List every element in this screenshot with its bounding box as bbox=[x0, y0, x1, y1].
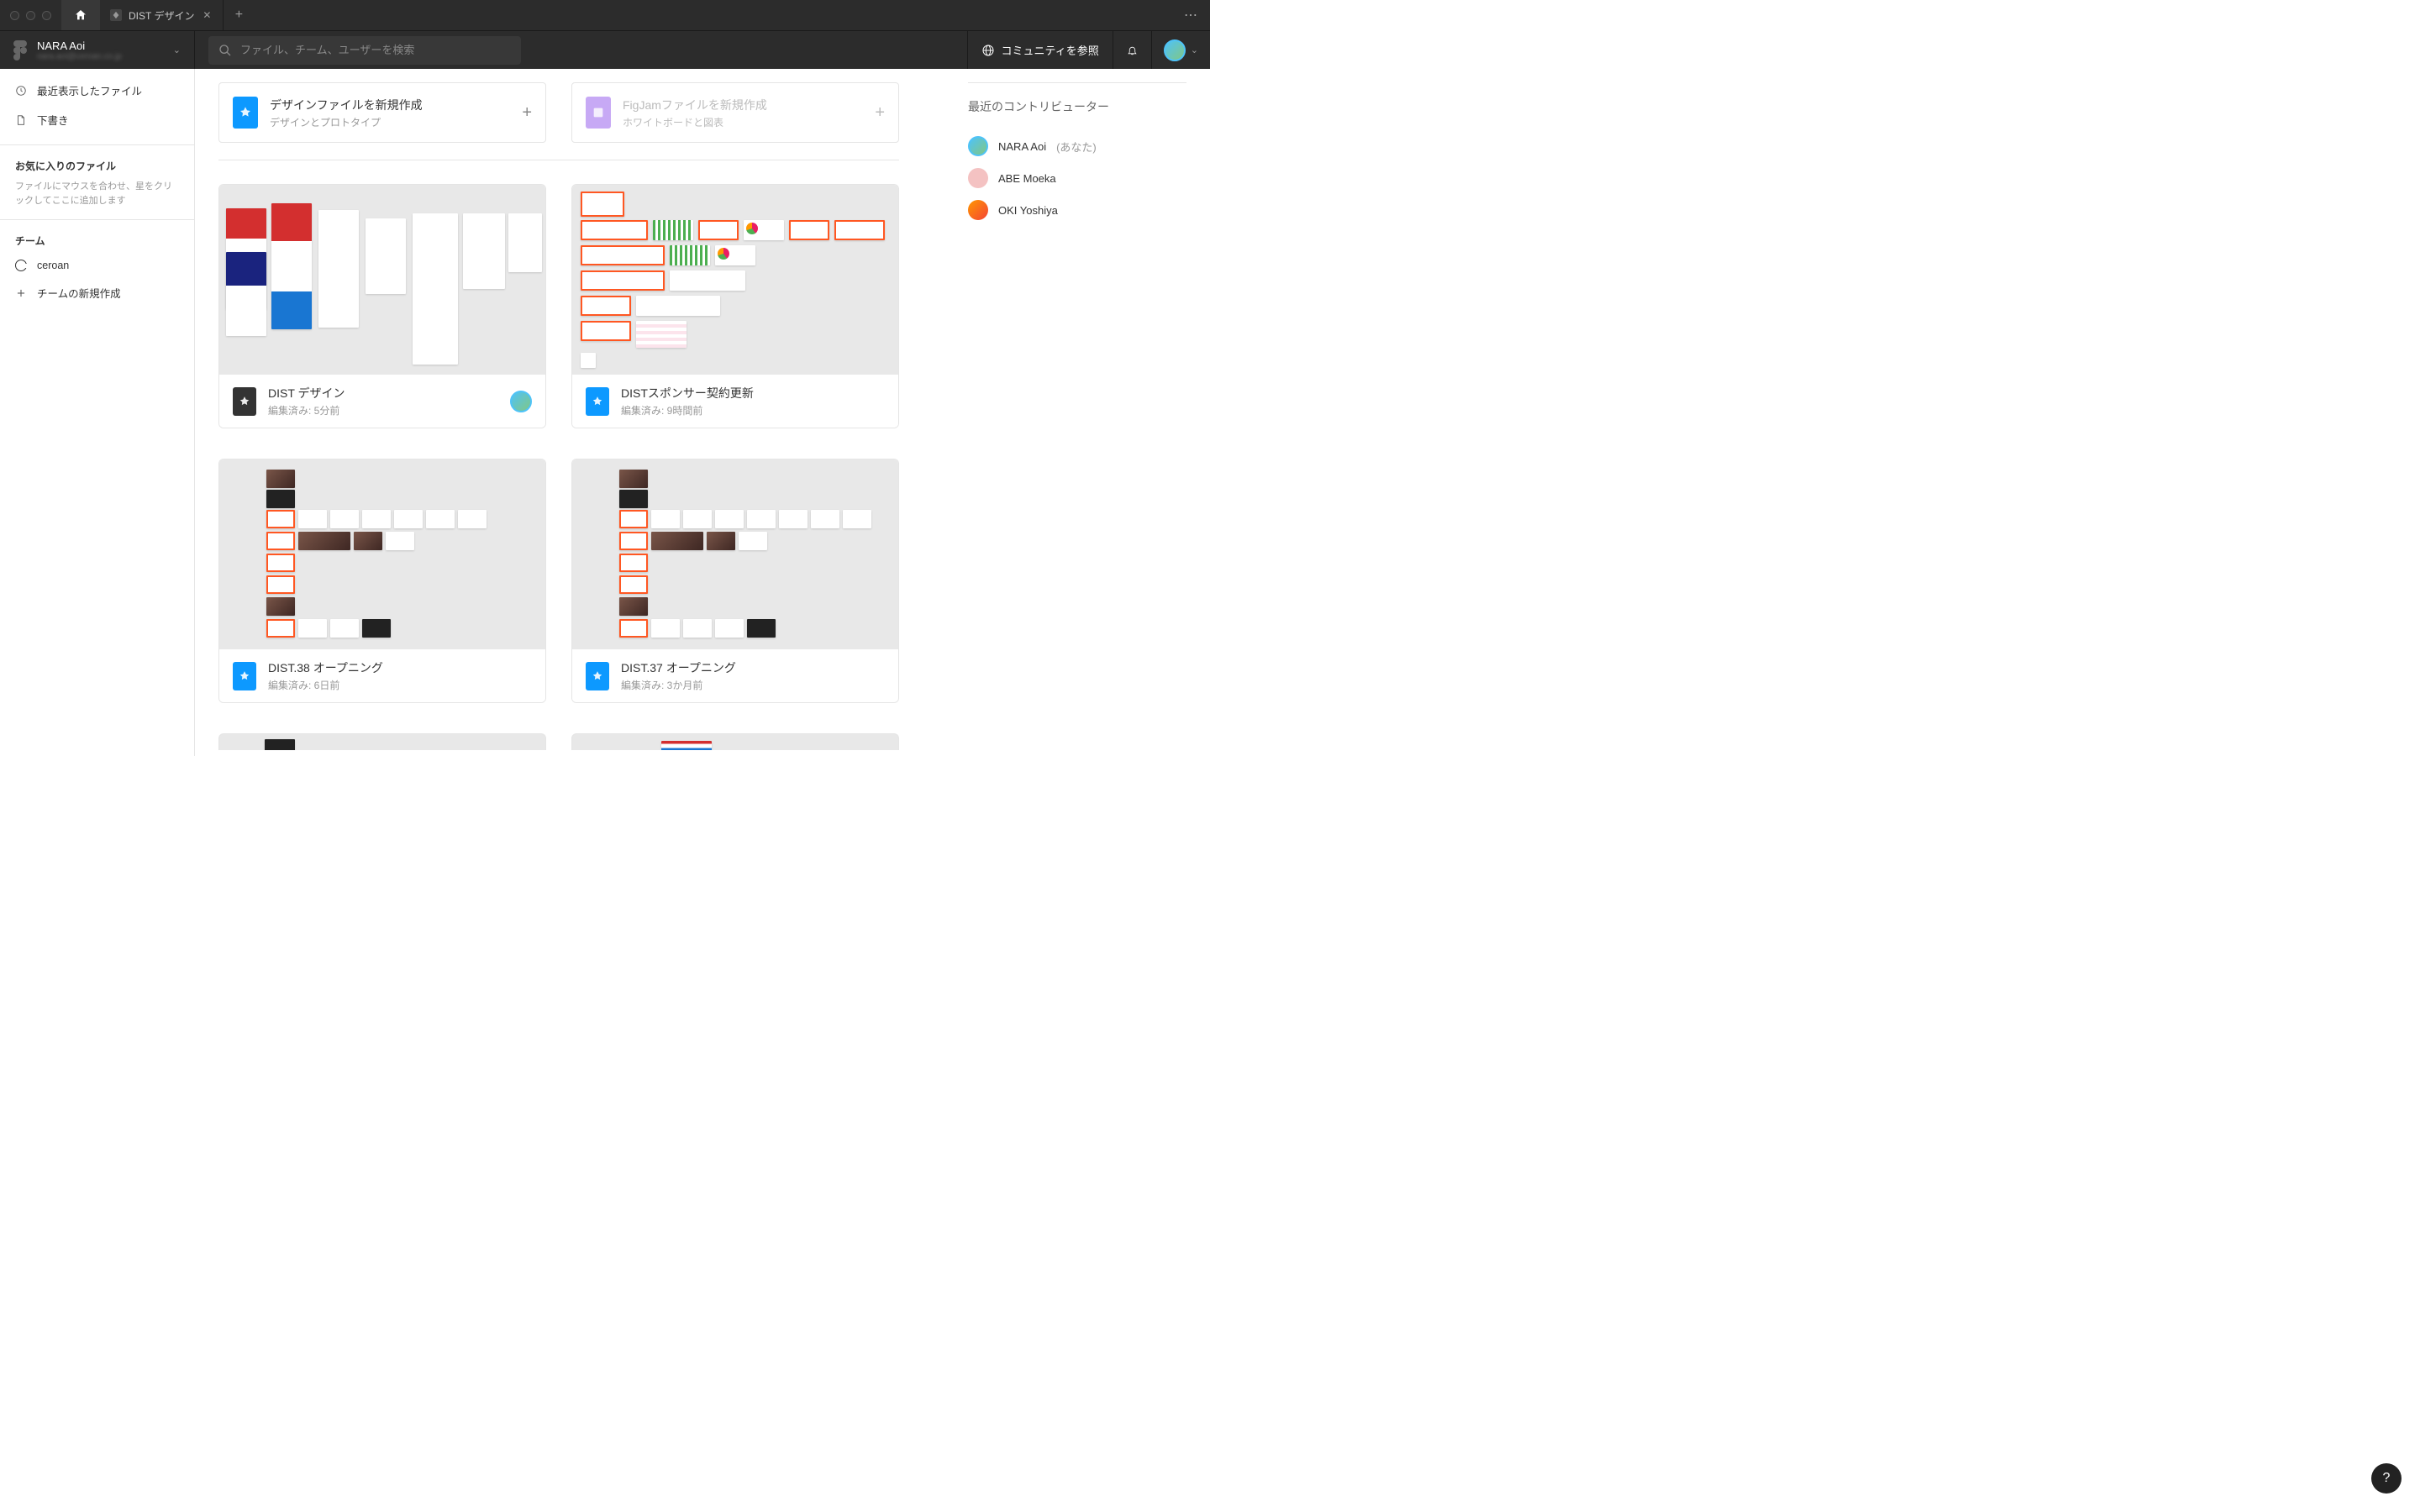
document-tab[interactable]: DIST デザイン ✕ bbox=[100, 0, 224, 30]
close-tab-button[interactable]: ✕ bbox=[201, 9, 213, 21]
file-name: DIST.38 オープニング bbox=[268, 659, 532, 676]
search-input[interactable] bbox=[240, 44, 511, 56]
create-subtitle: デザインとプロトタイプ bbox=[270, 115, 510, 129]
contributor-item[interactable]: NARA Aoi (あなた) bbox=[968, 130, 1186, 162]
file-card[interactable]: DISTスポンサー契約更新編集済み: 9時間前 bbox=[571, 184, 899, 428]
sidebar-favorites-help: ファイルにマウスを合わせ、星をクリックしてここに追加します bbox=[0, 178, 194, 216]
create-title: FigJamファイルを新規作成 bbox=[623, 97, 863, 113]
contributor-name: ABE Moeka bbox=[998, 172, 1056, 185]
contributors-panel: 最近のコントリビューター NARA Aoi (あなた) ABE Moeka OKI Y… bbox=[968, 82, 1186, 226]
sidebar: 最近表示したファイル 下書き お気に入りのファイル ファイルにマウスを合わせ、星… bbox=[0, 69, 195, 756]
globe-icon bbox=[981, 44, 995, 57]
home-tab[interactable] bbox=[61, 0, 100, 30]
sidebar-heading-teams: チーム bbox=[0, 223, 194, 253]
you-suffix: (あなた) bbox=[1056, 139, 1097, 155]
tab-bar: DIST デザイン ✕ + ⋯ bbox=[0, 0, 1210, 30]
contributor-name: NARA Aoi bbox=[998, 140, 1046, 153]
design-file-icon bbox=[233, 97, 258, 129]
file-edited-time: 編集済み: 9時間前 bbox=[621, 403, 885, 417]
sidebar-item-team-ceroan[interactable]: ceroan bbox=[0, 253, 194, 278]
new-tab-button[interactable]: + bbox=[224, 0, 254, 30]
file-card[interactable]: DIST デザイン編集済み: 5分前 bbox=[218, 184, 546, 428]
main-content: デザインファイルを新規作成 デザインとプロトタイプ + FigJamファイルを新… bbox=[195, 69, 1210, 756]
home-icon bbox=[74, 8, 87, 22]
figma-file-icon bbox=[233, 387, 256, 416]
bell-icon bbox=[1127, 44, 1138, 57]
window-traffic-lights bbox=[0, 0, 61, 30]
user-name: NARA Aoi bbox=[37, 39, 163, 52]
chevron-down-icon: ⌄ bbox=[173, 45, 181, 55]
plus-icon bbox=[15, 287, 27, 299]
file-name: DIST.37 オープニング bbox=[621, 659, 885, 676]
file-card-partial[interactable] bbox=[218, 733, 546, 750]
sidebar-label: ceroan bbox=[37, 260, 69, 271]
sidebar-label: チームの新規作成 bbox=[37, 285, 121, 301]
file-edited-time: 編集済み: 6日前 bbox=[268, 678, 532, 692]
contributor-item[interactable]: ABE Moeka bbox=[968, 162, 1186, 194]
close-window-icon[interactable] bbox=[10, 11, 19, 20]
avatar-icon bbox=[968, 168, 988, 188]
collaborator-avatar-icon bbox=[510, 391, 532, 412]
tab-title: DIST デザイン bbox=[129, 8, 194, 23]
create-subtitle: ホワイトボードと図表 bbox=[623, 115, 863, 129]
sidebar-label: 下書き bbox=[37, 112, 69, 128]
sidebar-item-drafts[interactable]: 下書き bbox=[0, 105, 194, 134]
file-card[interactable]: DIST.37 オープニング編集済み: 3か月前 bbox=[571, 459, 899, 703]
plus-icon: + bbox=[875, 103, 885, 123]
file-edited-time: 編集済み: 3か月前 bbox=[621, 678, 885, 692]
file-thumbnail bbox=[219, 459, 545, 649]
sidebar-item-recent[interactable]: 最近表示したファイル bbox=[0, 76, 194, 105]
notifications-button[interactable] bbox=[1113, 31, 1151, 69]
figma-logo-icon bbox=[13, 40, 27, 60]
create-design-file[interactable]: デザインファイルを新規作成 デザインとプロトタイプ + bbox=[218, 82, 546, 143]
file-edited-time: 編集済み: 5分前 bbox=[268, 403, 498, 417]
plus-icon: + bbox=[522, 103, 532, 123]
file-card[interactable]: DIST.38 オープニング編集済み: 6日前 bbox=[218, 459, 546, 703]
app-menu-button[interactable]: ⋯ bbox=[1171, 0, 1210, 30]
community-link[interactable]: コミュニティを参照 bbox=[967, 31, 1113, 69]
sidebar-heading-favorites: お気に入りのファイル bbox=[0, 149, 194, 178]
figma-file-icon bbox=[233, 662, 256, 690]
help-icon: ? bbox=[2383, 1471, 2391, 1486]
file-card-partial[interactable] bbox=[571, 733, 899, 750]
contributor-item[interactable]: OKI Yoshiya bbox=[968, 194, 1186, 226]
file-icon bbox=[15, 114, 27, 126]
community-label: コミュニティを参照 bbox=[1002, 42, 1099, 58]
main-toolbar: NARA Aoi nara.aoi@ceroan.co.jp ⌄ コミュニティを… bbox=[0, 30, 1210, 69]
user-avatar-icon bbox=[1164, 39, 1186, 61]
user-email: nara.aoi@ceroan.co.jp bbox=[37, 52, 163, 61]
contributor-name: OKI Yoshiya bbox=[998, 204, 1058, 217]
create-title: デザインファイルを新規作成 bbox=[270, 97, 510, 113]
figjam-file-icon bbox=[586, 97, 611, 129]
user-menu[interactable]: ⌄ bbox=[1151, 31, 1210, 69]
help-button[interactable]: ? bbox=[2371, 1463, 2402, 1494]
file-thumbnail bbox=[572, 185, 898, 375]
search-icon bbox=[218, 44, 232, 57]
maximize-window-icon[interactable] bbox=[42, 11, 51, 20]
figma-file-icon bbox=[586, 387, 609, 416]
team-icon bbox=[15, 260, 27, 271]
avatar-icon bbox=[968, 200, 988, 220]
sidebar-label: 最近表示したファイル bbox=[37, 82, 142, 98]
create-figjam-file[interactable]: FigJamファイルを新規作成 ホワイトボードと図表 + bbox=[571, 82, 899, 143]
file-name: DIST デザイン bbox=[268, 385, 498, 402]
account-switcher[interactable]: NARA Aoi nara.aoi@ceroan.co.jp ⌄ bbox=[0, 31, 195, 69]
file-thumbnail bbox=[219, 185, 545, 375]
sidebar-item-create-team[interactable]: チームの新規作成 bbox=[0, 278, 194, 307]
file-name: DISTスポンサー契約更新 bbox=[621, 385, 885, 402]
chevron-down-icon: ⌄ bbox=[1191, 45, 1198, 55]
contributors-heading: 最近のコントリビューター bbox=[968, 82, 1186, 115]
search-box[interactable] bbox=[208, 36, 521, 65]
avatar-icon bbox=[968, 136, 988, 156]
figma-file-icon bbox=[110, 9, 122, 21]
figma-file-icon bbox=[586, 662, 609, 690]
clock-icon bbox=[15, 85, 27, 97]
minimize-window-icon[interactable] bbox=[26, 11, 35, 20]
file-thumbnail bbox=[572, 459, 898, 649]
